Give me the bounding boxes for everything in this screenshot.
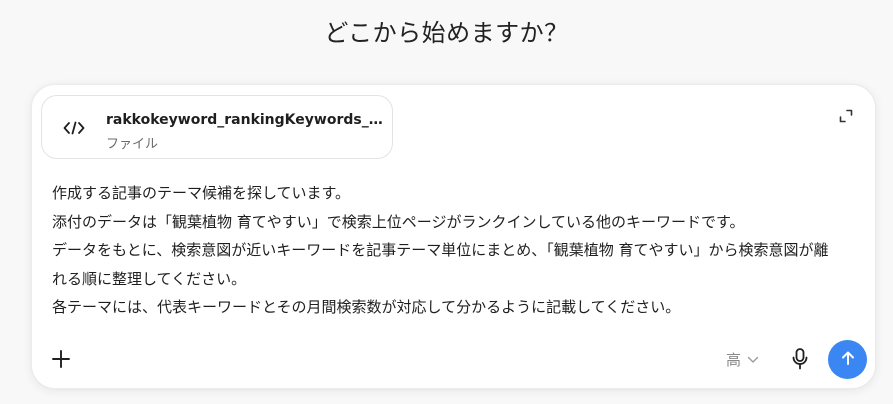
arrow-up-icon (840, 350, 856, 370)
expand-icon[interactable] (837, 107, 855, 125)
page-heading: どこから始めますか？ (324, 19, 569, 47)
message-line: データをもとに、検索意図が近いキーワードを記事テーマ単位にまとめ、「観葉植物 育… (52, 241, 829, 259)
attachment-file-type: ファイル (106, 137, 159, 152)
send-button[interactable] (828, 340, 867, 379)
model-selector[interactable]: 高 (726, 348, 759, 370)
message-line: 各テーマには、代表キーワードとその月間検索数が対応して分かるように記載してくださ… (52, 298, 681, 316)
message-line: 添付のデータは「観葉植物 育てやすい」で検索上位ページがランクインしている他のキ… (52, 212, 745, 231)
chevron-down-icon (747, 350, 759, 368)
code-file-icon (59, 113, 89, 143)
message-line: 作成する記事のテーマ候補を探しています。 (52, 184, 351, 202)
message-input[interactable]: 作成する記事のテーマ候補を探しています。 添付のデータは「観葉植物 育てやすい」… (52, 179, 842, 322)
attachment-card[interactable]: rakkokeyword_rankingKeywords_観葉... ファイル (41, 95, 393, 159)
page: どこから始めますか？ rakkokeyword_rankingKeywords_… (0, 0, 893, 404)
message-line: れる順に整理してください。 (52, 269, 247, 288)
microphone-icon[interactable] (788, 347, 812, 371)
message-composer[interactable]: rakkokeyword_rankingKeywords_観葉... ファイル … (31, 84, 876, 389)
model-label: 高 (726, 350, 742, 369)
attachment-file-name: rakkokeyword_rankingKeywords_観葉... (106, 112, 386, 128)
plus-icon[interactable] (49, 347, 73, 371)
